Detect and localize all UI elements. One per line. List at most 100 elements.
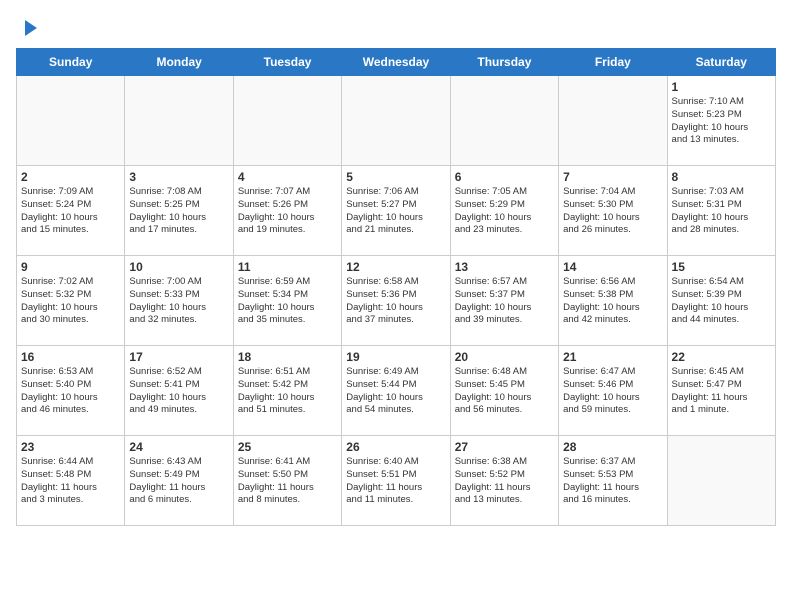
day-info: Sunrise: 6:41 AM Sunset: 5:50 PM Dayligh…	[238, 456, 337, 507]
day-info: Sunrise: 7:10 AM Sunset: 5:23 PM Dayligh…	[672, 96, 771, 147]
day-number: 28	[563, 440, 662, 454]
day-number: 25	[238, 440, 337, 454]
calendar-cell: 10 Sunrise: 7:00 AM Sunset: 5:33 PM Dayli…	[125, 256, 233, 346]
day-number: 4	[238, 170, 337, 184]
day-number: 27	[455, 440, 554, 454]
calendar-cell: 26 Sunrise: 6:40 AM Sunset: 5:51 PM Dayli…	[342, 436, 450, 526]
day-number: 12	[346, 260, 445, 274]
day-info: Sunrise: 6:57 AM Sunset: 5:37 PM Dayligh…	[455, 276, 554, 327]
day-number: 9	[21, 260, 120, 274]
calendar-cell: 19Sunrise: 6:49 AM Sunset: 5:44 PM Dayli…	[342, 346, 450, 436]
day-info: Sunrise: 7:06 AM Sunset: 5:27 PM Dayligh…	[346, 186, 445, 237]
day-header-saturday: Saturday	[667, 49, 775, 76]
calendar-week-row: 1 Sunrise: 7:10 AM Sunset: 5:23 PM Daylig…	[17, 76, 776, 166]
calendar-cell: 12 Sunrise: 6:58 AM Sunset: 5:36 PM Dayli…	[342, 256, 450, 346]
calendar-table: SundayMondayTuesdayWednesdayThursdayFrid…	[16, 48, 776, 526]
calendar-cell: 21Sunrise: 6:47 AM Sunset: 5:46 PM Dayli…	[559, 346, 667, 436]
day-info: Sunrise: 6:52 AM Sunset: 5:41 PM Dayligh…	[129, 366, 228, 417]
day-number: 11	[238, 260, 337, 274]
day-number: 6	[455, 170, 554, 184]
day-info: Sunrise: 6:47 AM Sunset: 5:46 PM Dayligh…	[563, 366, 662, 417]
day-number: 10	[129, 260, 228, 274]
day-info: Sunrise: 6:43 AM Sunset: 5:49 PM Dayligh…	[129, 456, 228, 507]
day-info: Sunrise: 6:40 AM Sunset: 5:51 PM Dayligh…	[346, 456, 445, 507]
day-number: 2	[21, 170, 120, 184]
day-header-sunday: Sunday	[17, 49, 125, 76]
day-number: 18	[238, 350, 337, 364]
day-number: 24	[129, 440, 228, 454]
calendar-cell: 17 Sunrise: 6:52 AM Sunset: 5:41 PM Dayli…	[125, 346, 233, 436]
calendar-cell	[559, 76, 667, 166]
day-header-thursday: Thursday	[450, 49, 558, 76]
calendar-cell: 9Sunrise: 7:02 AM Sunset: 5:32 PM Daylig…	[17, 256, 125, 346]
day-info: Sunrise: 7:07 AM Sunset: 5:26 PM Dayligh…	[238, 186, 337, 237]
day-info: Sunrise: 6:37 AM Sunset: 5:53 PM Dayligh…	[563, 456, 662, 507]
calendar-cell: 5 Sunrise: 7:06 AM Sunset: 5:27 PM Daylig…	[342, 166, 450, 256]
calendar-cell: 25 Sunrise: 6:41 AM Sunset: 5:50 PM Dayli…	[233, 436, 341, 526]
day-number: 19	[346, 350, 445, 364]
calendar-body: 1 Sunrise: 7:10 AM Sunset: 5:23 PM Daylig…	[17, 76, 776, 526]
day-info: Sunrise: 6:59 AM Sunset: 5:34 PM Dayligh…	[238, 276, 337, 327]
day-info: Sunrise: 6:44 AM Sunset: 5:48 PM Dayligh…	[21, 456, 120, 507]
calendar-cell: 7 Sunrise: 7:04 AM Sunset: 5:30 PM Daylig…	[559, 166, 667, 256]
calendar-cell: 4 Sunrise: 7:07 AM Sunset: 5:26 PM Daylig…	[233, 166, 341, 256]
calendar-cell: 15 Sunrise: 6:54 AM Sunset: 5:39 PM Dayli…	[667, 256, 775, 346]
day-info: Sunrise: 6:45 AM Sunset: 5:47 PM Dayligh…	[672, 366, 771, 417]
calendar-cell: 8Sunrise: 7:03 AM Sunset: 5:31 PM Daylig…	[667, 166, 775, 256]
day-info: Sunrise: 6:54 AM Sunset: 5:39 PM Dayligh…	[672, 276, 771, 327]
calendar-cell: 3Sunrise: 7:08 AM Sunset: 5:25 PM Daylig…	[125, 166, 233, 256]
calendar-cell: 18 Sunrise: 6:51 AM Sunset: 5:42 PM Dayli…	[233, 346, 341, 436]
calendar-week-row: 9Sunrise: 7:02 AM Sunset: 5:32 PM Daylig…	[17, 256, 776, 346]
day-number: 20	[455, 350, 554, 364]
calendar-week-row: 16 Sunrise: 6:53 AM Sunset: 5:40 PM Dayli…	[17, 346, 776, 436]
day-info: Sunrise: 7:00 AM Sunset: 5:33 PM Dayligh…	[129, 276, 228, 327]
calendar-cell: 13 Sunrise: 6:57 AM Sunset: 5:37 PM Dayli…	[450, 256, 558, 346]
day-header-friday: Friday	[559, 49, 667, 76]
calendar-week-row: 23Sunrise: 6:44 AM Sunset: 5:48 PM Dayli…	[17, 436, 776, 526]
calendar-cell	[342, 76, 450, 166]
calendar-cell: 24 Sunrise: 6:43 AM Sunset: 5:49 PM Dayli…	[125, 436, 233, 526]
day-info: Sunrise: 7:08 AM Sunset: 5:25 PM Dayligh…	[129, 186, 228, 237]
day-number: 17	[129, 350, 228, 364]
day-number: 5	[346, 170, 445, 184]
day-number: 13	[455, 260, 554, 274]
calendar-cell: 23Sunrise: 6:44 AM Sunset: 5:48 PM Dayli…	[17, 436, 125, 526]
calendar-header-row: SundayMondayTuesdayWednesdayThursdayFrid…	[17, 49, 776, 76]
day-info: Sunrise: 7:05 AM Sunset: 5:29 PM Dayligh…	[455, 186, 554, 237]
day-number: 16	[21, 350, 120, 364]
calendar-cell	[450, 76, 558, 166]
day-info: Sunrise: 6:53 AM Sunset: 5:40 PM Dayligh…	[21, 366, 120, 417]
calendar-week-row: 2 Sunrise: 7:09 AM Sunset: 5:24 PM Daylig…	[17, 166, 776, 256]
day-info: Sunrise: 6:56 AM Sunset: 5:38 PM Dayligh…	[563, 276, 662, 327]
calendar-cell: 20 Sunrise: 6:48 AM Sunset: 5:45 PM Dayli…	[450, 346, 558, 436]
calendar-cell: 11 Sunrise: 6:59 AM Sunset: 5:34 PM Dayli…	[233, 256, 341, 346]
calendar-cell: 1 Sunrise: 7:10 AM Sunset: 5:23 PM Daylig…	[667, 76, 775, 166]
day-info: Sunrise: 6:38 AM Sunset: 5:52 PM Dayligh…	[455, 456, 554, 507]
day-header-wednesday: Wednesday	[342, 49, 450, 76]
calendar-cell: 14 Sunrise: 6:56 AM Sunset: 5:38 PM Dayli…	[559, 256, 667, 346]
calendar-cell	[667, 436, 775, 526]
day-info: Sunrise: 6:58 AM Sunset: 5:36 PM Dayligh…	[346, 276, 445, 327]
day-number: 26	[346, 440, 445, 454]
day-header-tuesday: Tuesday	[233, 49, 341, 76]
logo-triangle-icon	[17, 16, 39, 38]
day-info: Sunrise: 6:48 AM Sunset: 5:45 PM Dayligh…	[455, 366, 554, 417]
calendar-cell	[125, 76, 233, 166]
day-number: 1	[672, 80, 771, 94]
calendar-cell	[233, 76, 341, 166]
calendar-cell: 28 Sunrise: 6:37 AM Sunset: 5:53 PM Dayli…	[559, 436, 667, 526]
day-info: Sunrise: 7:03 AM Sunset: 5:31 PM Dayligh…	[672, 186, 771, 237]
calendar-cell: 16 Sunrise: 6:53 AM Sunset: 5:40 PM Dayli…	[17, 346, 125, 436]
calendar-cell: 27 Sunrise: 6:38 AM Sunset: 5:52 PM Dayli…	[450, 436, 558, 526]
day-number: 15	[672, 260, 771, 274]
page-header	[16, 16, 776, 38]
calendar-cell	[17, 76, 125, 166]
calendar-cell: 6 Sunrise: 7:05 AM Sunset: 5:29 PM Daylig…	[450, 166, 558, 256]
day-info: Sunrise: 7:04 AM Sunset: 5:30 PM Dayligh…	[563, 186, 662, 237]
day-number: 14	[563, 260, 662, 274]
day-number: 7	[563, 170, 662, 184]
calendar-cell: 2 Sunrise: 7:09 AM Sunset: 5:24 PM Daylig…	[17, 166, 125, 256]
day-info: Sunrise: 6:51 AM Sunset: 5:42 PM Dayligh…	[238, 366, 337, 417]
day-header-monday: Monday	[125, 49, 233, 76]
day-info: Sunrise: 7:09 AM Sunset: 5:24 PM Dayligh…	[21, 186, 120, 237]
